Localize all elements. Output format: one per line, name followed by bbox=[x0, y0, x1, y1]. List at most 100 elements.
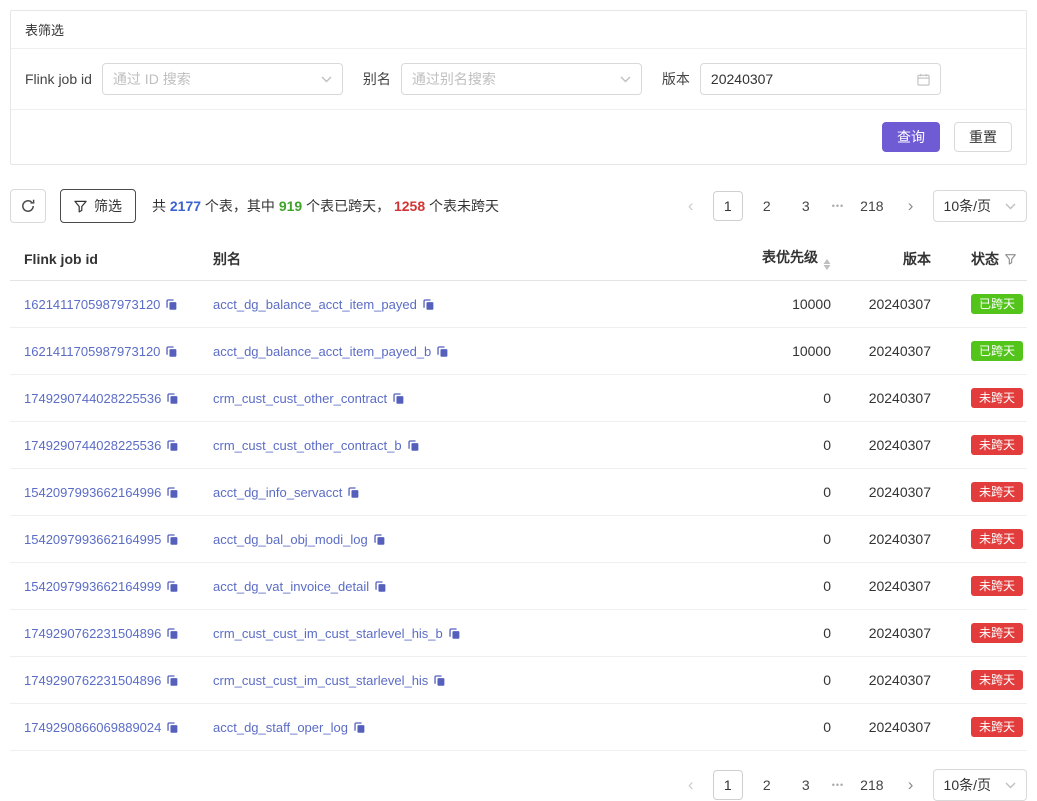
status-filter-icon[interactable] bbox=[1005, 254, 1016, 265]
query-button[interactable]: 查询 bbox=[882, 122, 940, 152]
alias-link[interactable]: acct_dg_staff_oper_log bbox=[213, 720, 348, 735]
next-page-button[interactable]: › bbox=[898, 770, 924, 800]
page-size-select[interactable]: 10条/页 bbox=[933, 769, 1027, 801]
table-row: 1749290762231504896 crm_cust_cust_im_cust… bbox=[10, 657, 1027, 704]
copy-icon[interactable] bbox=[166, 580, 179, 593]
copy-icon[interactable] bbox=[166, 486, 179, 499]
page-button-3[interactable]: 3 bbox=[791, 191, 821, 221]
flink-job-id-select[interactable]: 通过 ID 搜索 bbox=[102, 63, 343, 95]
copy-icon[interactable] bbox=[165, 345, 178, 358]
status-cell: 未跨天 bbox=[939, 422, 1027, 469]
page-button-218[interactable]: 218 bbox=[855, 770, 888, 800]
table-body: 1621411705987973120 acct_dg_balance_acct_… bbox=[10, 281, 1027, 751]
job-id-link[interactable]: 1749290744028225536 bbox=[24, 391, 161, 406]
alias-link[interactable]: crm_cust_cust_other_contract_b bbox=[213, 438, 402, 453]
page-button-218[interactable]: 218 bbox=[855, 191, 888, 221]
status-badge: 未跨天 bbox=[971, 670, 1023, 690]
alias-link[interactable]: acct_dg_vat_invoice_detail bbox=[213, 579, 369, 594]
copy-icon[interactable] bbox=[166, 674, 179, 687]
version-cell: 20240307 bbox=[839, 281, 939, 328]
alias-link[interactable]: acct_dg_balance_acct_item_payed bbox=[213, 297, 417, 312]
alias-link[interactable]: acct_dg_balance_acct_item_payed_b bbox=[213, 344, 431, 359]
alias-cell: crm_cust_cust_im_cust_starlevel_his_b bbox=[205, 610, 689, 657]
job-id-link[interactable]: 1621411705987973120 bbox=[24, 297, 160, 312]
bottom-pagination-row: ‹123•••218›10条/页 bbox=[10, 769, 1027, 801]
alias-link[interactable]: crm_cust_cust_other_contract bbox=[213, 391, 387, 406]
copy-icon[interactable] bbox=[166, 439, 179, 452]
job-id-link[interactable]: 1542097993662164996 bbox=[24, 485, 161, 500]
version-cell: 20240307 bbox=[839, 516, 939, 563]
job-id-link[interactable]: 1749290762231504896 bbox=[24, 626, 161, 641]
copy-icon[interactable] bbox=[392, 392, 405, 405]
job-id-cell: 1621411705987973120 bbox=[10, 328, 205, 375]
alias-link[interactable]: acct_dg_info_servacct bbox=[213, 485, 342, 500]
job-id-link[interactable]: 1542097993662164999 bbox=[24, 579, 161, 594]
job-id-link[interactable]: 1621411705987973120 bbox=[24, 344, 160, 359]
job-id-link[interactable]: 1749290762231504896 bbox=[24, 673, 161, 688]
job-id-cell: 1621411705987973120 bbox=[10, 281, 205, 328]
copy-icon[interactable] bbox=[422, 298, 435, 311]
prev-page-button[interactable]: ‹ bbox=[678, 770, 704, 800]
table-row: 1749290762231504896 crm_cust_cust_im_cust… bbox=[10, 610, 1027, 657]
table-row: 1621411705987973120 acct_dg_balance_acct_… bbox=[10, 281, 1027, 328]
chevron-down-icon bbox=[321, 76, 332, 83]
copy-icon[interactable] bbox=[373, 533, 386, 546]
page-button-2[interactable]: 2 bbox=[752, 191, 782, 221]
priority-cell: 0 bbox=[689, 422, 839, 469]
filter-button[interactable]: 筛选 bbox=[60, 189, 136, 223]
job-id-link[interactable]: 1749290744028225536 bbox=[24, 438, 161, 453]
field-version: 版本 20240307 bbox=[662, 63, 941, 95]
calendar-icon bbox=[917, 73, 930, 86]
alias-placeholder: 通过别名搜索 bbox=[412, 69, 496, 89]
refresh-button[interactable] bbox=[10, 189, 46, 223]
priority-cell: 0 bbox=[689, 704, 839, 751]
chevron-down-icon bbox=[1005, 782, 1016, 789]
alias-link[interactable]: crm_cust_cust_im_cust_starlevel_his bbox=[213, 673, 428, 688]
summary-text: 共 2177 个表，其中 919 个表已跨天， 1258 个表未跨天 bbox=[152, 196, 499, 216]
page-size-select[interactable]: 10条/页 bbox=[933, 190, 1027, 222]
sort-icon[interactable] bbox=[823, 259, 831, 270]
tables-table: Flink job id 别名 表优先级 版本 状态 1621411705987… bbox=[10, 237, 1027, 751]
job-id-cell: 1749290762231504896 bbox=[10, 657, 205, 704]
version-cell: 20240307 bbox=[839, 328, 939, 375]
table-row: 1542097993662164999 acct_dg_vat_invoice_d… bbox=[10, 563, 1027, 610]
status-badge: 已跨天 bbox=[971, 294, 1023, 314]
copy-icon[interactable] bbox=[407, 439, 420, 452]
job-id-link[interactable]: 1542097993662164995 bbox=[24, 532, 161, 547]
alias-cell: acct_dg_bal_obj_modi_log bbox=[205, 516, 689, 563]
job-id-cell: 1749290744028225536 bbox=[10, 375, 205, 422]
page-button-2[interactable]: 2 bbox=[752, 770, 782, 800]
toolbar: 筛选 共 2177 个表，其中 919 个表已跨天， 1258 个表未跨天 ‹ 1… bbox=[10, 189, 1027, 223]
alias-cell: acct_dg_vat_invoice_detail bbox=[205, 563, 689, 610]
alias-select[interactable]: 通过别名搜索 bbox=[401, 63, 642, 95]
reset-button[interactable]: 重置 bbox=[954, 122, 1012, 152]
copy-icon[interactable] bbox=[353, 721, 366, 734]
prev-page-button[interactable]: ‹ bbox=[678, 191, 704, 221]
copy-icon[interactable] bbox=[166, 392, 179, 405]
alias-link[interactable]: acct_dg_bal_obj_modi_log bbox=[213, 532, 368, 547]
copy-icon[interactable] bbox=[347, 486, 360, 499]
copy-icon[interactable] bbox=[433, 674, 446, 687]
copy-icon[interactable] bbox=[436, 345, 449, 358]
copy-icon[interactable] bbox=[448, 627, 461, 640]
next-page-button[interactable]: › bbox=[898, 191, 924, 221]
status-cell: 未跨天 bbox=[939, 657, 1027, 704]
alias-link[interactable]: crm_cust_cust_im_cust_starlevel_his_b bbox=[213, 626, 443, 641]
column-flink-job-id: Flink job id bbox=[10, 237, 205, 281]
copy-icon[interactable] bbox=[166, 533, 179, 546]
copy-icon[interactable] bbox=[165, 298, 178, 311]
job-id-link[interactable]: 1749290866069889024 bbox=[24, 720, 161, 735]
version-date-input[interactable]: 20240307 bbox=[700, 63, 941, 95]
page-button-3[interactable]: 3 bbox=[791, 770, 821, 800]
copy-icon[interactable] bbox=[166, 627, 179, 640]
alias-cell: acct_dg_staff_oper_log bbox=[205, 704, 689, 751]
column-status: 状态 bbox=[939, 237, 1027, 281]
priority-cell: 0 bbox=[689, 563, 839, 610]
page-button-1[interactable]: 1 bbox=[713, 191, 743, 221]
pagination-bottom: ‹123•••218›10条/页 bbox=[678, 769, 1027, 801]
copy-icon[interactable] bbox=[374, 580, 387, 593]
pagination-top: ‹123•••218›10条/页 bbox=[678, 190, 1027, 222]
page-button-1[interactable]: 1 bbox=[713, 770, 743, 800]
copy-icon[interactable] bbox=[166, 721, 179, 734]
column-priority[interactable]: 表优先级 bbox=[689, 237, 839, 281]
